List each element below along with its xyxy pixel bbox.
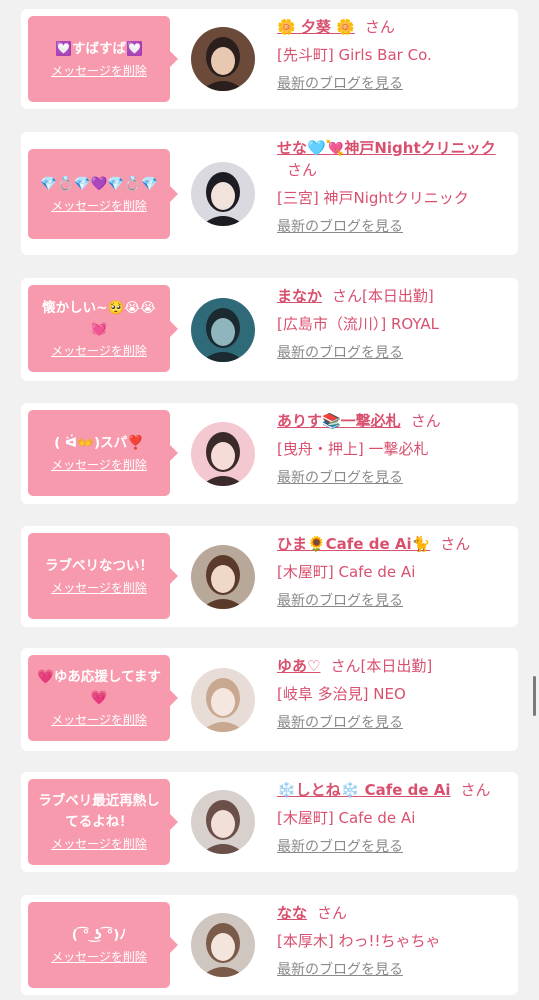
name-line: まなか さん[本日出勤]: [277, 285, 513, 307]
shop-label: [三宮] 神戸Nightクリニック: [277, 189, 469, 207]
avatar-image: [191, 545, 255, 609]
honorific: さん: [330, 657, 361, 675]
avatar-image: [191, 790, 255, 854]
message-bubble: ラブベリ最近再熱してるよね！ メッセージを削除: [28, 779, 178, 865]
message-card: ラブベリなつい！ メッセージを削除 ひま🌻Cafe de Ai🐈 さん [木屋町] Ca…: [21, 526, 518, 627]
message-text: ( ᐛ👐)スパ❣️: [54, 434, 144, 451]
profile-name-link[interactable]: 🌼 夕葵 🌼: [277, 18, 355, 36]
latest-blog-link[interactable]: 最新のブログを見る: [277, 837, 403, 857]
message-card: 💎💍💎💜💎💍💎 メッセージを削除 せな🩵💘神戸Nightクリニックさん [三宮] 神戸…: [21, 132, 518, 255]
name-line: 🌼 夕葵 🌼 さん: [277, 16, 513, 38]
latest-blog-link[interactable]: 最新のブログを見る: [277, 713, 403, 733]
name-line: なな さん: [277, 902, 513, 924]
latest-blog-link[interactable]: 最新のブログを見る: [277, 343, 403, 363]
message-bubble: ( ᐛ👐)スパ❣️ メッセージを削除: [28, 410, 178, 496]
shop-label: [木屋町] Cafe de Ai: [277, 809, 416, 827]
message-bubble: 懐かしい~🥺😭😭💓 メッセージを削除: [28, 285, 178, 372]
delete-message-link[interactable]: メッセージを削除: [51, 197, 147, 215]
avatar-image: [191, 422, 255, 486]
message-bubble: 💟すばすば💟 メッセージを削除: [28, 16, 178, 102]
message-text: ラブベリなつい！: [45, 557, 153, 574]
message-text: ラブベリ最近再熱してるよね！: [38, 793, 160, 830]
name-line: ゆあ♡ さん[本日出勤]: [277, 655, 513, 677]
avatar-image: [191, 27, 255, 91]
avatar[interactable]: [191, 545, 255, 609]
avatar-image: [191, 668, 255, 732]
avatar[interactable]: [191, 27, 255, 91]
message-card: 懐かしい~🥺😭😭💓 メッセージを削除 まなか さん[本日出勤] [広島市（流川）] RO…: [21, 278, 518, 381]
profile-info: 🌼 夕葵 🌼 さん [先斗町] Girls Bar Co. 最新のブログを見る: [277, 16, 513, 94]
message-text: ( ͡° ͜ʖ ͡°)ﾉ: [71, 926, 127, 943]
delete-message-link[interactable]: メッセージを削除: [51, 62, 147, 80]
message-bubble: 💗ゆあ応援してます💗 メッセージを削除: [28, 655, 178, 741]
profile-info: ゆあ♡ さん[本日出勤] [岐阜 多治見] NEO 最新のブログを見る: [277, 655, 513, 733]
delete-message-link[interactable]: メッセージを削除: [51, 342, 147, 360]
work-status-badge: [本日出勤]: [362, 287, 434, 305]
profile-name-link[interactable]: ゆあ♡: [277, 657, 320, 675]
scrollbar-thumb[interactable]: [533, 676, 536, 716]
delete-message-link[interactable]: メッセージを削除: [51, 711, 147, 729]
profile-name-link[interactable]: まなか: [277, 287, 322, 305]
profile-info: ❄️しとね❄️ Cafe de Ai さん [木屋町] Cafe de Ai 最新のブ…: [277, 779, 513, 857]
profile-name-link[interactable]: ❄️しとね❄️ Cafe de Ai: [277, 781, 451, 799]
profile-info: なな さん [本厚木] わっ!!ちゃちゃ 最新のブログを見る: [277, 902, 513, 980]
honorific: さん: [410, 412, 441, 430]
message-text: 💎💍💎💜💎💍💎: [40, 175, 158, 192]
profile-name-link[interactable]: ひま🌻Cafe de Ai🐈: [277, 535, 430, 553]
shop-label: [先斗町] Girls Bar Co.: [277, 46, 432, 64]
message-card: 💗ゆあ応援してます💗 メッセージを削除 ゆあ♡ さん[本日出勤] [岐阜 多治見] NE…: [21, 648, 518, 751]
shop-label: [岐阜 多治見] NEO: [277, 685, 406, 703]
avatar[interactable]: [191, 298, 255, 362]
honorific: さん: [332, 287, 363, 305]
message-text: 懐かしい~🥺😭😭💓: [42, 299, 156, 337]
profile-info: ひま🌻Cafe de Ai🐈 さん [木屋町] Cafe de Ai 最新のブログを見…: [277, 533, 513, 611]
name-line: ❄️しとね❄️ Cafe de Ai さん: [277, 779, 513, 801]
message-text: 💗ゆあ応援してます💗: [37, 669, 161, 706]
latest-blog-link[interactable]: 最新のブログを見る: [277, 591, 403, 611]
shop-label: [曳舟・押上] 一撃必札: [277, 440, 429, 458]
shop-label: [広島市（流川）] ROYAL: [277, 315, 439, 333]
latest-blog-link[interactable]: 最新のブログを見る: [277, 74, 403, 94]
name-line: せな🩵💘神戸Nightクリニックさん: [277, 137, 513, 181]
avatar[interactable]: [191, 913, 255, 977]
message-card: ( ͡° ͜ʖ ͡°)ﾉ メッセージを削除 なな さん [本厚木] わっ!!ちゃちゃ 最新…: [21, 895, 518, 995]
avatar[interactable]: [191, 668, 255, 732]
profile-info: ありす📚一撃必札 さん [曳舟・押上] 一撃必札 最新のブログを見る: [277, 410, 513, 488]
profile-name-link[interactable]: ありす📚一撃必札: [277, 412, 401, 430]
profile-name-link[interactable]: せな🩵💘神戸Nightクリニック: [277, 139, 496, 157]
latest-blog-link[interactable]: 最新のブログを見る: [277, 468, 403, 488]
message-bubble: ( ͡° ͜ʖ ͡°)ﾉ メッセージを削除: [28, 902, 178, 988]
work-status-badge: [本日出勤]: [360, 657, 433, 675]
honorific: さん: [317, 904, 348, 922]
message-card: ( ᐛ👐)スパ❣️ メッセージを削除 ありす📚一撃必札 さん [曳舟・押上] 一撃必札最…: [21, 403, 518, 504]
shop-label: [木屋町] Cafe de Ai: [277, 563, 416, 581]
message-card: ラブベリ最近再熱してるよね！ メッセージを削除 ❄️しとね❄️ Cafe de Ai…: [21, 772, 518, 872]
message-card: 💟すばすば💟 メッセージを削除 🌼 夕葵 🌼 さん [先斗町] Girls Bar Co…: [21, 9, 518, 109]
shop-label: [本厚木] わっ!!ちゃちゃ: [277, 932, 441, 950]
latest-blog-link[interactable]: 最新のブログを見る: [277, 217, 403, 237]
avatar-image: [191, 162, 255, 226]
delete-message-link[interactable]: メッセージを削除: [51, 456, 147, 474]
avatar[interactable]: [191, 790, 255, 854]
message-text: 💟すばすば💟: [55, 40, 143, 57]
avatar[interactable]: [191, 162, 255, 226]
delete-message-link[interactable]: メッセージを削除: [51, 579, 147, 597]
delete-message-link[interactable]: メッセージを削除: [51, 835, 147, 853]
message-bubble: 💎💍💎💜💎💍💎 メッセージを削除: [28, 149, 178, 239]
avatar-image: [191, 913, 255, 977]
avatar[interactable]: [191, 422, 255, 486]
honorific: さん: [460, 781, 491, 799]
honorific: さん: [364, 18, 395, 36]
profile-info: まなか さん[本日出勤] [広島市（流川）] ROYAL 最新のブログを見る: [277, 285, 513, 363]
profile-info: せな🩵💘神戸Nightクリニックさん [三宮] 神戸Nightクリニック 最新のブロ…: [277, 137, 513, 237]
latest-blog-link[interactable]: 最新のブログを見る: [277, 960, 403, 980]
name-line: ひま🌻Cafe de Ai🐈 さん: [277, 533, 513, 555]
name-line: ありす📚一撃必札 さん: [277, 410, 513, 432]
profile-name-link[interactable]: なな: [277, 904, 307, 922]
honorific: さん: [287, 161, 318, 179]
honorific: さん: [440, 535, 471, 553]
avatar-image: [191, 298, 255, 362]
delete-message-link[interactable]: メッセージを削除: [51, 948, 147, 966]
message-bubble: ラブベリなつい！ メッセージを削除: [28, 533, 178, 619]
